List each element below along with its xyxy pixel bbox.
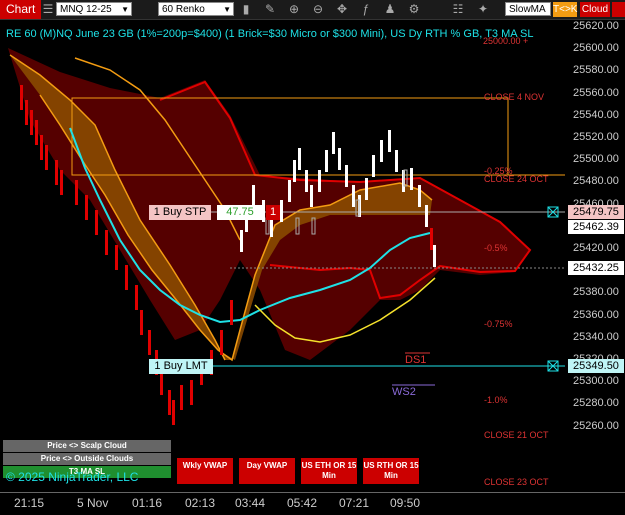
time-tick-label: 07:21 — [339, 496, 370, 510]
chevron-down-icon: ▼ — [223, 5, 231, 14]
day-vwap-button[interactable]: Day VWAP — [239, 458, 295, 484]
price-tag: 25349.50 — [568, 359, 624, 373]
chart-style-icon[interactable]: ▮ — [238, 2, 254, 17]
properties-icon[interactable]: ⚙ — [406, 2, 422, 17]
price-tick-label: 25480.00 — [573, 175, 619, 188]
top-right-label: 25000.00 + — [483, 36, 529, 46]
interval-selector[interactable]: 60 Renko ▼ — [158, 2, 234, 16]
toolbar: Chart ☰ MNQ 12-25 ▼ 60 Renko ▼ ▮ ✎ ⊕ ⊖ ✥ ƒ… — [0, 0, 625, 20]
close-4-nov-label: CLOSE 4 NOV — [484, 92, 545, 102]
chart-plot[interactable] — [0, 20, 565, 492]
price-tick-label: 25380.00 — [573, 286, 619, 299]
time-axis[interactable]: 21:15 5 Nov 01:16 02:13 03:44 05:42 07:21 09:50 — [0, 492, 625, 515]
price-tag: 25479.75 — [568, 205, 624, 219]
indicator-selector[interactable]: SlowMA — [505, 2, 551, 16]
close-24-oct-label: CLOSE 24 OCT — [484, 174, 549, 184]
pct-1-label: -1.0% — [484, 395, 508, 405]
ds1-label: DS1 — [405, 354, 427, 366]
zoom-in-icon[interactable]: ⊕ — [286, 2, 302, 17]
price-tick-label: 25560.00 — [573, 86, 619, 99]
buy-stp-qty[interactable]: 1 — [266, 205, 280, 220]
chevron-down-icon: ▼ — [121, 5, 129, 14]
time-tick-label: 01:16 — [132, 496, 163, 510]
buy-lmt-order[interactable]: 1 Buy LMT — [149, 359, 213, 374]
price-tick-label: 25300.00 — [573, 375, 619, 388]
chart-tab[interactable]: Chart — [0, 0, 42, 19]
price-tick-label: 25420.00 — [573, 242, 619, 254]
outside-clouds-button[interactable]: Price <> Outside Clouds — [3, 453, 171, 465]
time-tick-label: 02:13 — [185, 496, 216, 510]
price-axis[interactable]: 25620.00 25600.00 25580.00 25560.00 25540.00… — [565, 20, 625, 492]
ws2-label: WS2 — [392, 386, 416, 398]
price-tick-label: 25520.00 — [573, 131, 619, 143]
close-23-oct-label: CLOSE 23 OCT — [484, 477, 549, 487]
price-tick-label: 25360.00 — [573, 308, 619, 321]
price-tick-label: 25580.00 — [573, 64, 619, 77]
time-tick-label: 05:42 — [287, 496, 318, 510]
buy-stp-order[interactable]: 1 Buy STP — [149, 205, 211, 220]
bars-button[interactable] — [612, 2, 625, 17]
time-tick-label: 5 Nov — [77, 496, 109, 510]
wizard-icon[interactable]: ✦ — [475, 2, 491, 17]
price-tick-label: 25260.00 — [573, 419, 619, 432]
instrument-value: MNQ 12-25 — [60, 4, 112, 15]
price-tick-label: 25620.00 — [573, 20, 619, 32]
scalp-cloud-button[interactable]: Price <> Scalp Cloud — [3, 440, 171, 452]
pct-075-label: -0.75% — [484, 319, 513, 329]
cloud-button[interactable]: Cloud — [580, 2, 610, 17]
time-tick-label: 03:44 — [235, 496, 266, 510]
close-21-oct-label: CLOSE 21 OCT — [484, 430, 549, 440]
price-tag: 25432.25 — [568, 261, 624, 275]
price-tick-label: 25500.00 — [573, 153, 619, 166]
list-icon[interactable]: ☷ — [450, 2, 466, 17]
chart-title: RE 60 (M)NQ June 23 GB (1%=200p=$400) (1… — [6, 28, 534, 40]
bars-icon[interactable]: ☰ — [40, 2, 56, 17]
price-tick-label: 25280.00 — [573, 397, 619, 410]
wkly-vwap-button[interactable]: Wkly VWAP — [177, 458, 233, 484]
price-tick-label: 25540.00 — [573, 108, 619, 121]
instrument-selector[interactable]: MNQ 12-25 ▼ — [56, 2, 132, 16]
time-tick-label: 09:50 — [390, 496, 421, 510]
tc-button[interactable]: T<>K — [553, 2, 577, 17]
indicator-value: SlowMA — [509, 4, 546, 15]
us-rth-button[interactable]: US RTH OR 15 Min — [363, 458, 419, 484]
interval-value: 60 Renko — [162, 4, 205, 15]
copyright: © 2025 NinjaTrader, LLC — [6, 470, 139, 484]
pencil-icon[interactable]: ✎ — [262, 2, 278, 17]
indicators-icon[interactable]: ƒ — [358, 2, 374, 17]
zoom-out-icon[interactable]: ⊖ — [310, 2, 326, 17]
close-order-marks[interactable] — [547, 206, 559, 372]
time-tick-label: 21:15 — [14, 496, 45, 510]
price-tick-label: 25600.00 — [573, 42, 619, 55]
strategies-icon[interactable]: ♟ — [382, 2, 398, 17]
price-tick-label: 25340.00 — [573, 330, 619, 343]
us-eth-button[interactable]: US ETH OR 15 Min — [301, 458, 357, 484]
pct-05-label: -0.5% — [484, 243, 508, 253]
buy-stp-price[interactable]: 47.75 — [217, 205, 263, 220]
price-tag: 25462.39 — [568, 220, 624, 234]
crosshair-icon[interactable]: ✥ — [334, 2, 350, 17]
